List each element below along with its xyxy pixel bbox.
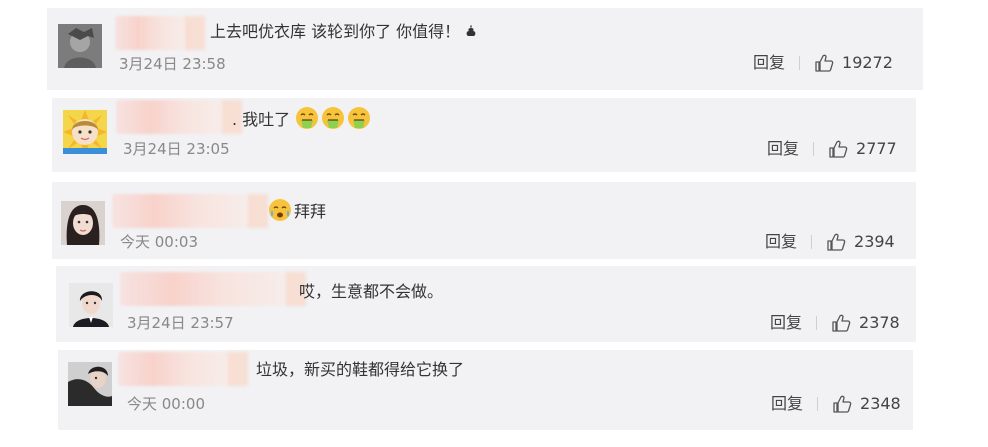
comment-text: 上去吧优衣库 该轮到你了 你值得！ (210, 22, 478, 42)
reply-button[interactable]: 回复 (753, 53, 785, 73)
avatar[interactable] (58, 24, 102, 68)
comment-actions: 回复 19272 (753, 53, 893, 73)
action-divider (816, 316, 818, 330)
username-redacted[interactable] (115, 16, 191, 50)
like-count: 19272 (842, 53, 893, 72)
username-redacted[interactable] (118, 352, 234, 386)
like-count: 2378 (859, 313, 900, 332)
thumbs-up-icon (832, 394, 852, 414)
thumbs-up-icon (814, 53, 834, 73)
avatar[interactable] (68, 362, 112, 406)
username-redacted[interactable] (112, 194, 254, 228)
like-button[interactable]: 2378 (831, 313, 900, 333)
comment-text-content: 上去吧优衣库 该轮到你了 你值得！ (210, 22, 461, 41)
like-count: 2394 (854, 232, 895, 251)
thumbs-up-icon (828, 139, 848, 159)
comment-actions: 回复 2777 (767, 139, 897, 159)
comment-actions: 回复 2348 (771, 394, 901, 414)
like-count: 2777 (856, 139, 897, 158)
reply-button[interactable]: 回复 (770, 313, 802, 333)
like-count: 2348 (860, 394, 901, 413)
comment-text: 哎，生意都不会做。 (299, 282, 443, 302)
comment-card: 哎，生意都不会做。 3月24日 23:57 回复 2378 (56, 266, 916, 342)
poop-icon (464, 23, 478, 37)
reply-button[interactable]: 回复 (765, 232, 797, 252)
comment-text-content: 哎，生意都不会做。 (299, 282, 444, 301)
comment-card: . 我吐了 3月24日 23:05 回复 2777 (52, 98, 916, 172)
reply-button[interactable]: 回复 (767, 139, 799, 159)
like-button[interactable]: 2348 (832, 394, 901, 414)
crying-face-icon (268, 198, 292, 222)
like-button[interactable]: 19272 (814, 53, 893, 73)
comment-actions: 回复 2394 (765, 232, 895, 252)
comment-time: 今天 00:03 (120, 233, 198, 251)
like-button[interactable]: 2777 (828, 139, 897, 159)
comment-card: 拜拜 今天 00:03 回复 2394 (52, 182, 916, 259)
action-divider (799, 56, 801, 70)
comment-text: 垃圾，新买的鞋都得给它换了 (256, 360, 464, 380)
comment-text-content: 拜拜 (294, 202, 327, 221)
avatar[interactable] (61, 201, 105, 245)
comment-card: 垃圾，新买的鞋都得给它换了 今天 00:00 回复 2348 (58, 350, 913, 430)
comment-card: 上去吧优衣库 该轮到你了 你值得！ 3月24日 23:58 回复 19272 (47, 8, 923, 90)
action-divider (817, 397, 819, 411)
comment-time: 3月24日 23:05 (123, 140, 230, 158)
action-divider (813, 142, 815, 156)
comment-time: 今天 00:00 (127, 395, 205, 413)
avatar[interactable] (63, 110, 107, 154)
comment-text-content: 垃圾，新买的鞋都得给它换了 (256, 360, 465, 379)
avatar[interactable] (69, 283, 113, 327)
reply-button[interactable]: 回复 (771, 394, 803, 414)
vomit-face-icon (321, 106, 345, 130)
comment-text-content: . 我吐了 (232, 110, 291, 129)
username-redacted[interactable] (120, 272, 292, 306)
comment-text: 拜拜 (268, 198, 326, 222)
comment-text: . 我吐了 (232, 106, 373, 130)
thumbs-up-icon (831, 313, 851, 333)
vomit-face-icon (295, 106, 319, 130)
username-redacted[interactable] (116, 100, 228, 134)
thumbs-up-icon (826, 232, 846, 252)
comment-actions: 回复 2378 (770, 313, 900, 333)
comment-time: 3月24日 23:57 (127, 314, 234, 332)
vomit-face-icon (347, 106, 371, 130)
action-divider (811, 235, 813, 249)
like-button[interactable]: 2394 (826, 232, 895, 252)
comment-time: 3月24日 23:58 (119, 55, 226, 73)
